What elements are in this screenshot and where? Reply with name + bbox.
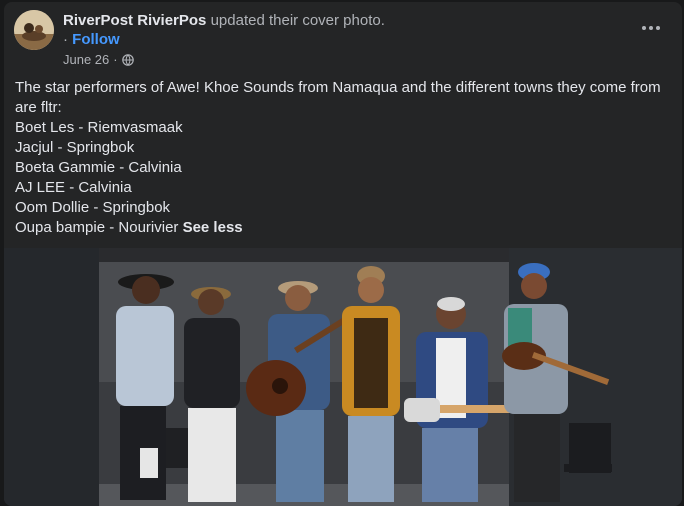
cover-photo[interactable] [4, 248, 682, 506]
performer-line-last: Oupa bampie - Nourivier See less [15, 218, 665, 238]
follow-separator: · [63, 31, 68, 48]
author-avatar[interactable] [14, 10, 54, 50]
post-meta: June 26 · [63, 52, 134, 67]
follow-button[interactable]: Follow [72, 31, 120, 48]
more-horizontal-icon [642, 26, 660, 30]
performer-line: AJ LEE - Calvinia [15, 179, 132, 196]
post-card: RiverPost RivierPos updated their cover … [4, 2, 682, 506]
post-action-text: updated their cover photo. [210, 12, 385, 29]
follow-line: · Follow [63, 31, 120, 48]
author-name[interactable]: RiverPost RivierPos [63, 12, 206, 29]
avatar-image [14, 10, 54, 50]
author-line: RiverPost RivierPos updated their cover … [63, 12, 385, 29]
see-less-button[interactable]: See less [183, 219, 243, 236]
performer-line: Jacjul - Springbok [15, 139, 135, 156]
performer-line: Oupa bampie - Nourivier [15, 219, 179, 236]
more-options-button[interactable] [636, 16, 666, 40]
performer-line: Boeta Gammie - Calvinia [15, 159, 182, 176]
globe-icon[interactable] [121, 53, 134, 66]
performer-line: Boet Les - Riemvasmaak [15, 119, 183, 136]
post-intro: The star performers of Awe! Khoe Sounds … [15, 79, 661, 116]
post-body: The star performers of Awe! Khoe Sounds … [15, 78, 665, 238]
cover-photo-image [4, 248, 682, 506]
meta-separator: · [113, 52, 118, 67]
post-date[interactable]: June 26 [63, 52, 109, 67]
post-header: RiverPost RivierPos updated their cover … [14, 10, 672, 70]
performer-line: Oom Dollie - Springbok [15, 199, 171, 216]
